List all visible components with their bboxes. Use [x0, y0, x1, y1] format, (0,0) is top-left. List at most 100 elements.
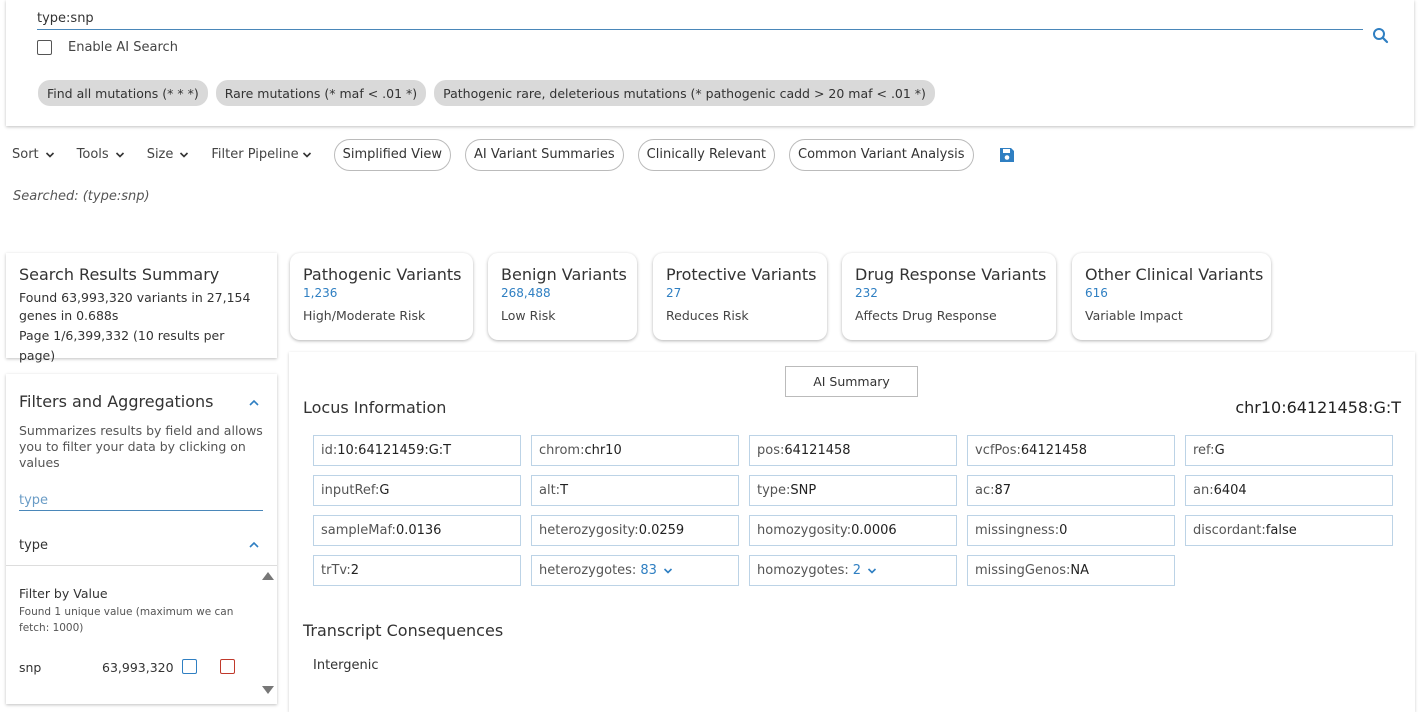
filter-pipeline-label: Filter Pipeline [211, 147, 299, 162]
chevron-down-icon [115, 151, 124, 158]
chevron-down-icon [180, 151, 189, 158]
field-key: ref: [1193, 443, 1215, 458]
locus-field-ac: ac: 87 [967, 475, 1175, 506]
summary-text: variants in [132, 290, 207, 305]
locus-field-type: type: SNP [749, 475, 957, 506]
field-value[interactable]: 83 [640, 563, 657, 578]
divider [6, 565, 277, 566]
field-key: id: [321, 443, 338, 458]
field-value: chr10 [584, 443, 622, 458]
locus-field-heterozygotes[interactable]: heterozygotes: 83 [531, 555, 739, 586]
summary-time: genes in 0.688s [19, 308, 119, 323]
locus-field-homozygotes[interactable]: homozygotes: 2 [749, 555, 957, 586]
chip-pathogenic-rare[interactable]: Pathogenic rare, deleterious mutations (… [434, 80, 935, 106]
card-description: Low Risk [501, 308, 556, 323]
field-key: type: [757, 483, 791, 498]
search-input[interactable] [37, 8, 1363, 30]
field-key: inputRef: [321, 483, 380, 498]
summary-title: Search Results Summary [19, 265, 220, 284]
pathogenic-variants-card[interactable]: Pathogenic Variants 1,236 High/Moderate … [290, 253, 473, 340]
card-title: Benign Variants [501, 265, 627, 284]
filters-title: Filters and Aggregations [19, 392, 214, 411]
card-description: High/Moderate Risk [303, 308, 426, 323]
field-value: 0.0259 [638, 523, 685, 538]
ai-search-toggle[interactable]: Enable AI Search [37, 40, 178, 55]
locus-field-id: id: 10:64121459:G:T [313, 435, 521, 466]
locus-id: chr10:64121458:G:T [1235, 398, 1401, 417]
locus-field-chrom: chrom: chr10 [531, 435, 739, 466]
ai-search-checkbox[interactable] [37, 40, 52, 55]
locus-field-an: an: 6404 [1185, 475, 1393, 506]
simplified-view-button[interactable]: Simplified View [333, 138, 452, 171]
field-key: an: [1193, 483, 1214, 498]
field-value: NA [1070, 563, 1089, 578]
search-panel: Enable AI Search Find all mutations (* *… [6, 0, 1414, 126]
searched-label: Searched: [13, 189, 79, 204]
filter-field-input[interactable] [19, 491, 263, 511]
search-icon[interactable] [1371, 26, 1391, 46]
tools-menu[interactable]: Tools [77, 147, 125, 162]
field-key: alt: [539, 483, 561, 498]
chevron-down-icon[interactable] [663, 566, 673, 576]
field-key: missingGenos: [975, 563, 1071, 578]
locus-field-samplemaf: sampleMaf: 0.0136 [313, 515, 521, 546]
sort-menu[interactable]: Sort [12, 147, 55, 162]
chevron-up-icon[interactable] [247, 538, 261, 552]
filters-description: Summarizes results by field and allows y… [19, 423, 263, 470]
chip-find-all-mutations[interactable]: Find all mutations (* * *) [38, 80, 208, 106]
chevron-down-icon[interactable] [867, 566, 877, 576]
scroll-down-icon[interactable] [261, 685, 275, 695]
locus-field-inputref: inputRef: G [313, 475, 521, 506]
ai-summary-button[interactable]: AI Summary [785, 366, 918, 397]
chip-rare-mutations[interactable]: Rare mutations (* maf < .01 *) [215, 80, 427, 106]
exclude-checkbox[interactable] [220, 659, 235, 674]
protective-variants-card[interactable]: Protective Variants 27 Reduces Risk [653, 253, 827, 340]
toolbar: Sort Tools Size Filter Pipeline Simplifi… [12, 138, 1016, 171]
gene-count: 27,154 [206, 290, 251, 305]
drug-response-variants-card[interactable]: Drug Response Variants 232 Affects Drug … [842, 253, 1056, 340]
card-count: 616 [1085, 286, 1108, 300]
card-description: Reduces Risk [666, 308, 749, 323]
save-icon[interactable] [998, 146, 1016, 164]
field-key: trTv: [321, 563, 351, 578]
filter-value-name: snp [19, 660, 42, 675]
filter-pipeline-menu[interactable]: Filter Pipeline [211, 147, 311, 162]
field-key: chrom: [539, 443, 585, 458]
locus-fields: id: 10:64121459:G:T chrom: chr10 pos: 6412145… [313, 435, 1393, 586]
field-key: heterozygosity: [539, 523, 639, 538]
scroll-up-icon[interactable] [261, 571, 275, 581]
field-value[interactable]: 2 [853, 563, 861, 578]
benign-variants-card[interactable]: Benign Variants 268,488 Low Risk [488, 253, 637, 340]
unique-value-note: Found 1 unique value (maximum we can fet… [19, 606, 234, 634]
field-key: homozygosity: [757, 523, 852, 538]
field-key: homozygotes: [757, 563, 849, 578]
field-value: 10:64121459:G:T [337, 443, 452, 458]
card-title: Protective Variants [666, 265, 817, 284]
field-key: heterozygotes: [539, 563, 637, 578]
field-value: 2 [350, 563, 360, 578]
field-value: T [560, 483, 569, 498]
locus-field-missinggenos: missingGenos: NA [967, 555, 1175, 586]
include-checkbox[interactable] [182, 659, 197, 674]
locus-field-vcfpos: vcfPos: 64121458 [967, 435, 1175, 466]
chevron-up-icon[interactable] [247, 396, 261, 410]
example-queries: Find all mutations (* * *) Rare mutation… [38, 80, 935, 106]
chevron-down-icon [302, 151, 311, 158]
size-menu[interactable]: Size [147, 147, 190, 162]
field-value: 6404 [1213, 483, 1247, 498]
filter-by-value-heading: Filter by Value [19, 586, 108, 601]
field-value: 87 [994, 483, 1012, 498]
clinically-relevant-button[interactable]: Clinically Relevant [637, 138, 776, 171]
other-clinical-variants-card[interactable]: Other Clinical Variants 616 Variable Imp… [1072, 253, 1271, 340]
common-variant-analysis-button[interactable]: Common Variant Analysis [789, 138, 974, 171]
summary-text: Found [19, 290, 62, 305]
filters-panel: Filters and Aggregations Summarizes resu… [6, 374, 277, 704]
field-value: 64121458 [1020, 443, 1088, 458]
field-value: false [1265, 523, 1297, 538]
locus-field-heterozygosity: heterozygosity: 0.0259 [531, 515, 739, 546]
field-heading-type: type [19, 538, 49, 553]
card-count: 27 [666, 286, 682, 300]
search-results-summary: Search Results Summary Found 63,993,320 … [6, 253, 277, 363]
ai-variant-summaries-button[interactable]: AI Variant Summaries [465, 138, 624, 171]
locus-field-homozygosity: homozygosity: 0.0006 [749, 515, 957, 546]
